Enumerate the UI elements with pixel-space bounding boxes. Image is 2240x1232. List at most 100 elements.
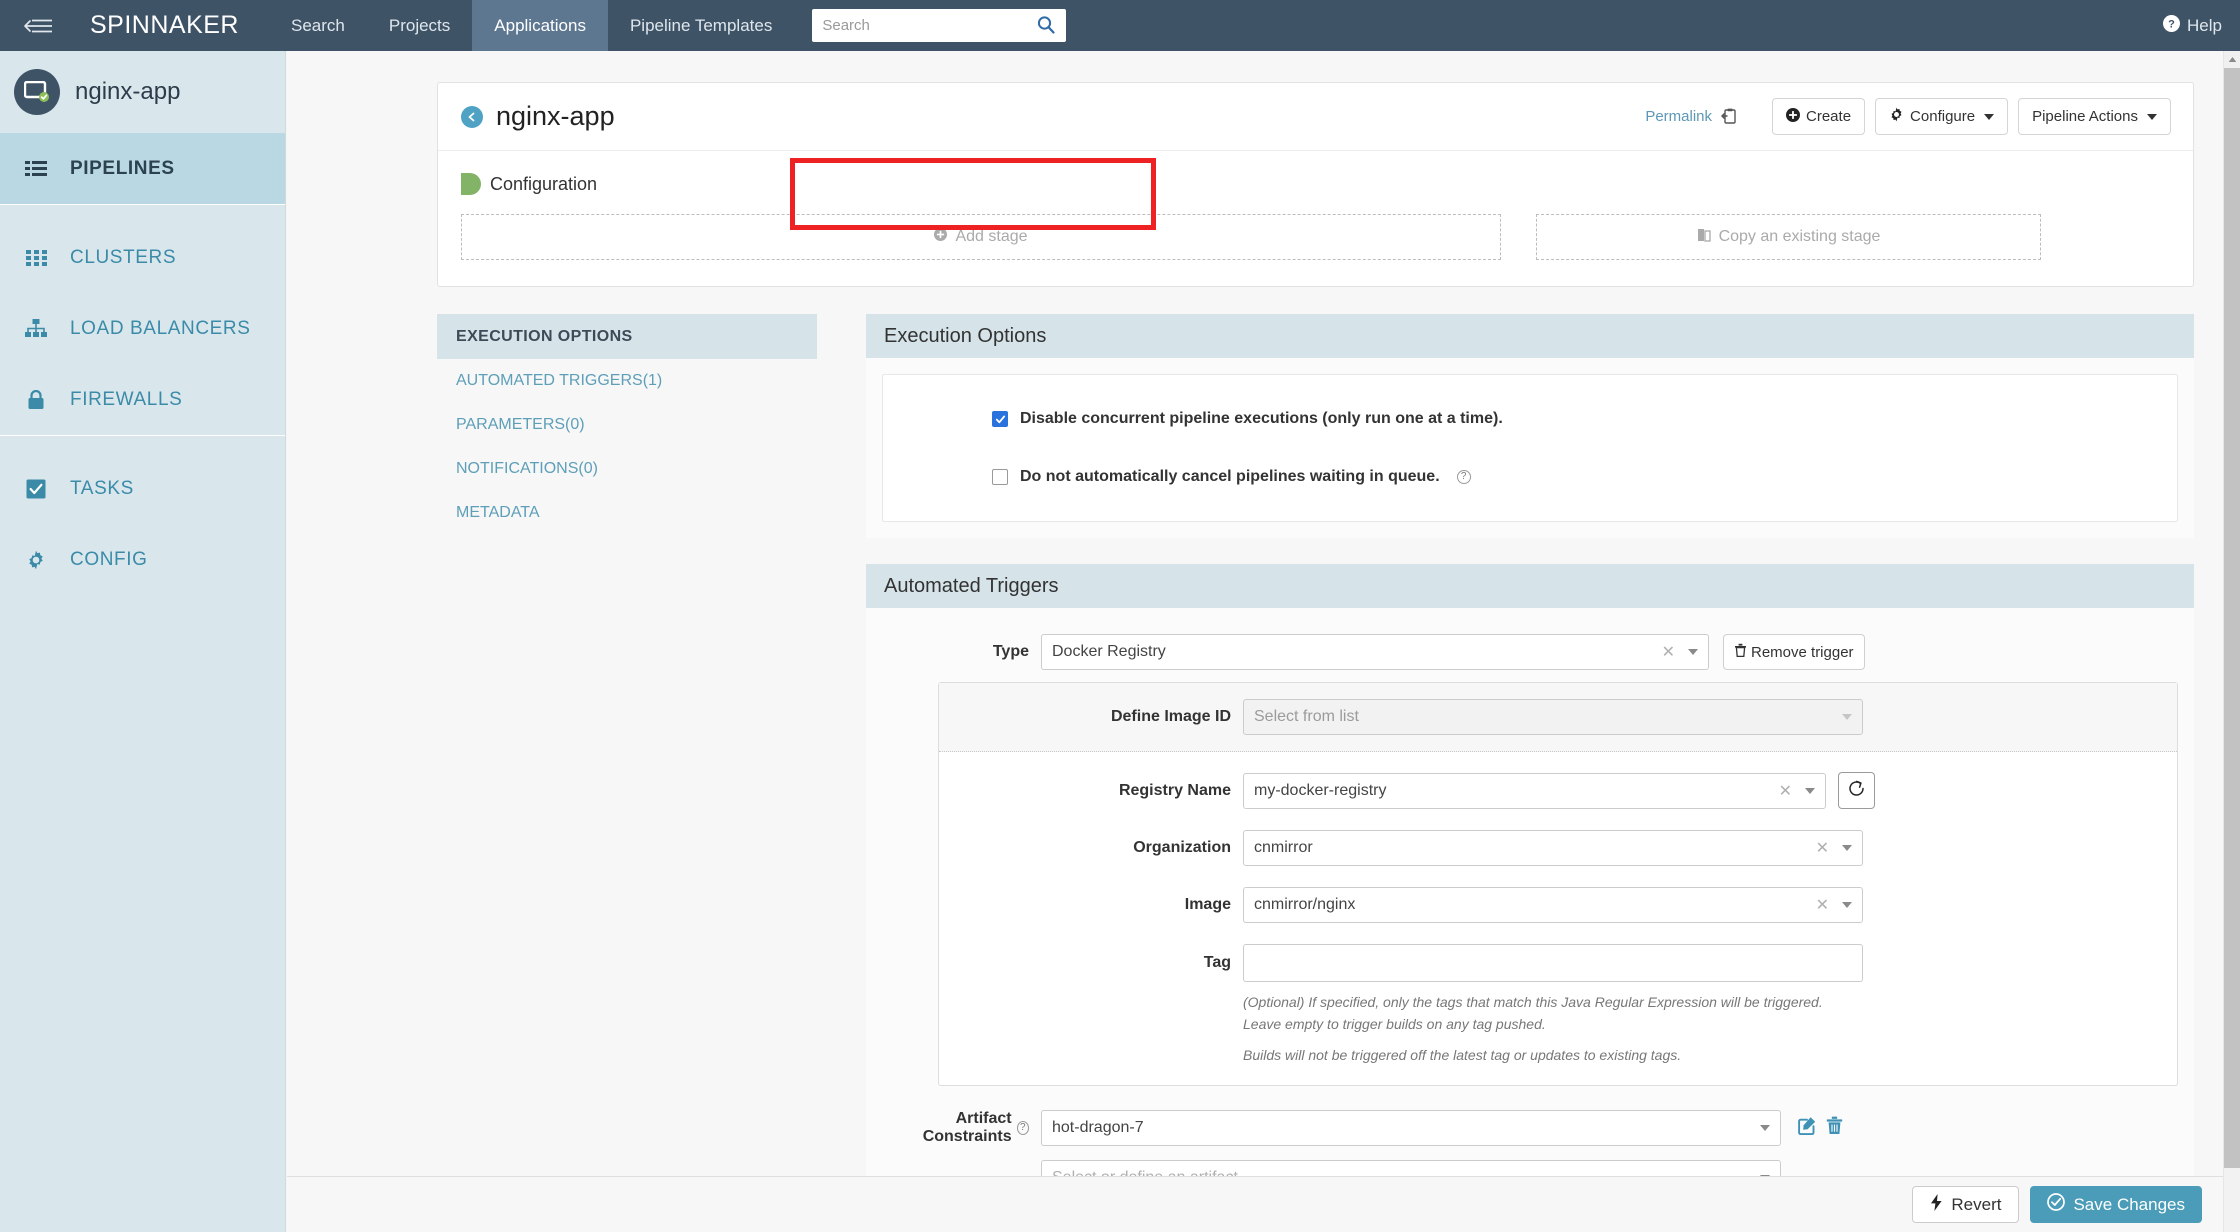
- checkbox-no-auto-cancel[interactable]: [992, 469, 1008, 485]
- nav-link-applications[interactable]: Applications: [472, 0, 608, 51]
- registry-name-label: Registry Name: [1118, 781, 1231, 799]
- tag-input[interactable]: [1243, 944, 1863, 982]
- global-search-box[interactable]: [812, 9, 1067, 42]
- sidebar-app-header[interactable]: nginx-app: [0, 51, 285, 133]
- vertical-scrollbar[interactable]: [2223, 51, 2240, 1232]
- scroll-up-arrow-icon[interactable]: [2224, 51, 2240, 68]
- chevron-down-icon[interactable]: [1842, 902, 1852, 908]
- image-select[interactable]: cnmirror/nginx ✕: [1243, 887, 1863, 923]
- scrollbar-thumb[interactable]: [2224, 68, 2240, 1168]
- trigger-type-select[interactable]: Docker Registry ✕: [1041, 634, 1709, 670]
- delete-artifact-icon[interactable]: [1826, 1116, 1843, 1140]
- brand-logo[interactable]: SPINNAKER: [76, 11, 269, 40]
- chevron-down-icon[interactable]: [1805, 787, 1815, 794]
- stage-marker-icon: [461, 173, 481, 195]
- create-button[interactable]: Create: [1772, 98, 1866, 135]
- organization-select[interactable]: cnmirror ✕: [1243, 830, 1863, 866]
- permalink-clipboard-icon[interactable]: [1721, 108, 1738, 125]
- checkbox-row-no-auto-cancel[interactable]: Do not automatically cancel pipelines wa…: [883, 457, 2177, 497]
- configuration-stage[interactable]: Configuration: [461, 173, 2170, 195]
- artifact-constraints-label-wrap: Artifact Constraints ?: [882, 1110, 1029, 1146]
- check-circle-icon: [2047, 1193, 2066, 1216]
- docker-trigger-fields: Define Image ID Select from list Registr…: [938, 682, 2178, 1087]
- image-value: cnmirror/nginx: [1254, 896, 1356, 913]
- permalink-link[interactable]: Permalink: [1645, 108, 1712, 125]
- help-link[interactable]: ? Help: [2163, 0, 2222, 51]
- add-stage-label: Add stage: [955, 228, 1028, 245]
- checkbox-icon: [22, 479, 50, 499]
- configuration-label: Configuration: [490, 173, 598, 194]
- search-input[interactable]: [822, 17, 1033, 34]
- revert-button[interactable]: Revert: [1912, 1186, 2020, 1223]
- sidebar-item-label-clusters: CLUSTERS: [70, 246, 177, 268]
- sidebar-item-firewalls[interactable]: FIREWALLS: [0, 364, 285, 435]
- edit-artifact-icon[interactable]: [1798, 1116, 1817, 1140]
- chevron-down-icon[interactable]: [1842, 714, 1852, 720]
- sidebar-item-tasks[interactable]: TASKS: [0, 453, 285, 524]
- left-nav-item-parameters[interactable]: PARAMETERS(0): [437, 403, 817, 447]
- bolt-icon: [1930, 1193, 1943, 1216]
- chevron-down-icon[interactable]: [1688, 649, 1698, 655]
- help-tooltip-icon[interactable]: ?: [1016, 1121, 1029, 1136]
- organization-label: Organization: [1133, 839, 1231, 856]
- configure-button[interactable]: Configure: [1875, 98, 2009, 135]
- pipeline-actions-label: Pipeline Actions: [2032, 108, 2138, 125]
- add-stage-button[interactable]: Add stage: [461, 214, 1501, 260]
- pipeline-actions-button[interactable]: Pipeline Actions: [2018, 98, 2171, 135]
- sidebar-item-label-config: CONFIG: [70, 548, 148, 570]
- clear-icon[interactable]: ✕: [1816, 895, 1829, 915]
- clear-icon[interactable]: ✕: [1816, 838, 1829, 858]
- chevron-down-icon[interactable]: [1760, 1125, 1770, 1132]
- trigger-type-label: Type: [992, 643, 1029, 660]
- menu-collapse-icon[interactable]: [0, 0, 76, 51]
- define-image-id-select[interactable]: Select from list: [1243, 699, 1863, 735]
- sidebar-item-label-load-balancers: LOAD BALANCERS: [70, 317, 251, 339]
- left-nav-item-metadata[interactable]: METADATA: [437, 491, 817, 535]
- save-changes-button[interactable]: Save Changes: [2030, 1186, 2202, 1223]
- copy-existing-stage-button[interactable]: Copy an existing stage: [1536, 214, 2041, 260]
- gear-icon: [1889, 107, 1904, 126]
- clear-icon[interactable]: ✕: [1662, 642, 1675, 662]
- configure-button-label: Configure: [1910, 108, 1976, 125]
- artifact-constraints-label: Artifact Constraints: [922, 1110, 1012, 1146]
- checkbox-disable-concurrent[interactable]: [992, 411, 1008, 427]
- sidebar-item-load-balancers[interactable]: LOAD BALANCERS: [0, 293, 285, 364]
- sidebar-item-config[interactable]: CONFIG: [0, 524, 285, 595]
- nav-link-search[interactable]: Search: [269, 0, 367, 51]
- remove-trigger-button[interactable]: Remove trigger: [1723, 634, 1865, 670]
- sidebar-app-name: nginx-app: [75, 78, 181, 105]
- sidebar-item-clusters[interactable]: CLUSTERS: [0, 222, 285, 293]
- search-icon[interactable]: [1036, 15, 1056, 40]
- back-arrow-icon[interactable]: [461, 105, 483, 128]
- list-icon: [22, 160, 50, 178]
- image-label: Image: [1184, 896, 1231, 913]
- nav-link-projects[interactable]: Projects: [367, 0, 472, 51]
- clear-icon[interactable]: ✕: [1779, 781, 1792, 801]
- sidebar-divider: [0, 204, 285, 222]
- remove-trigger-label: Remove trigger: [1751, 643, 1854, 661]
- sitemap-icon: [22, 319, 50, 338]
- execution-options-nav: EXECUTION OPTIONS AUTOMATED TRIGGERS(1) …: [437, 314, 817, 1218]
- sidebar-item-label-pipelines: PIPELINES: [70, 157, 175, 179]
- bottom-action-bar: Revert Save Changes: [287, 1176, 2240, 1232]
- refresh-registry-button[interactable]: [1838, 772, 1875, 809]
- trash-icon: [1734, 643, 1747, 661]
- left-nav-item-notifications[interactable]: NOTIFICATIONS(0): [437, 447, 817, 491]
- top-navigation-bar: SPINNAKER Search Projects Applications P…: [0, 0, 2240, 51]
- checkbox-label-disable-concurrent: Disable concurrent pipeline executions (…: [1020, 410, 1503, 427]
- app-avatar: [14, 69, 60, 115]
- registry-name-row: Registry Name my-docker-registry ✕: [939, 772, 2177, 809]
- automated-triggers-heading: Automated Triggers: [866, 564, 2194, 608]
- stage-strip: Configuration Add stage Copy an existing…: [438, 151, 2193, 286]
- checkbox-row-disable-concurrent[interactable]: Disable concurrent pipeline executions (…: [883, 399, 2177, 439]
- artifact-constraint-select[interactable]: hot-dragon-7: [1041, 1110, 1781, 1147]
- create-button-label: Create: [1806, 108, 1852, 125]
- sidebar-item-pipelines[interactable]: PIPELINES: [0, 133, 285, 204]
- help-tooltip-icon[interactable]: ?: [1456, 470, 1471, 484]
- chevron-down-icon[interactable]: [1842, 845, 1852, 851]
- left-nav-item-automated-triggers[interactable]: AUTOMATED TRIGGERS(1): [437, 359, 817, 403]
- define-image-id-label: Define Image ID: [1110, 708, 1231, 725]
- save-changes-label: Save Changes: [2073, 1194, 2185, 1214]
- registry-name-select[interactable]: my-docker-registry ✕: [1243, 772, 1826, 809]
- nav-link-pipeline-templates[interactable]: Pipeline Templates: [608, 0, 794, 51]
